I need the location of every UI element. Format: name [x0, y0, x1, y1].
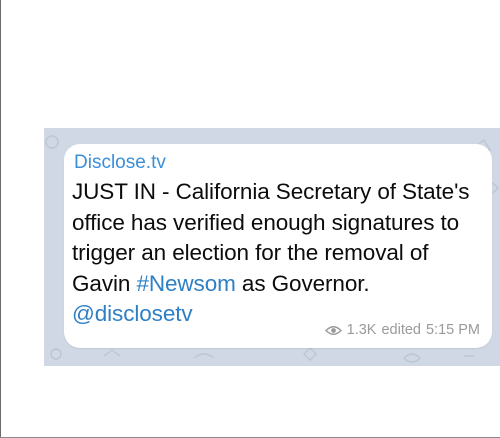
message-meta: 1.3K edited 5:15 PM [324, 322, 480, 338]
mention-link[interactable]: @disclosetv [72, 301, 193, 326]
screenshot-border-left [0, 0, 1, 438]
timestamp: 5:15 PM [426, 322, 480, 338]
edited-label: edited [381, 322, 421, 338]
view-count: 1.3K [346, 322, 377, 338]
channel-name[interactable]: Disclose.tv [74, 152, 166, 174]
message-text: JUST IN - California Secretary of State'… [72, 177, 482, 330]
message-bubble[interactable]: Disclose.tv JUST IN - California Secreta… [64, 144, 492, 348]
chat-background: Disclose.tv JUST IN - California Secreta… [44, 128, 500, 366]
eye-icon [324, 325, 342, 335]
hashtag-link[interactable]: #Newsom [136, 271, 235, 296]
message-text-body-2: as Governor. [235, 270, 370, 296]
